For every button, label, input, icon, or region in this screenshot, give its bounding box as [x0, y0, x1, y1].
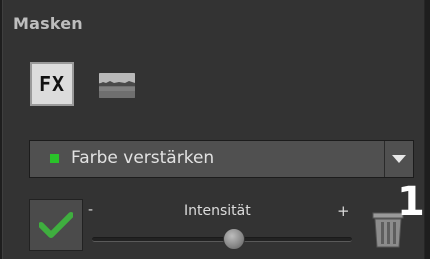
- mask-type-dropdown[interactable]: Farbe verstärken: [29, 140, 414, 178]
- intensity-slider-handle[interactable]: [223, 228, 245, 250]
- dropdown-selected-value: Farbe verstärken: [71, 148, 215, 168]
- fx-mask-button[interactable]: FX: [30, 62, 74, 106]
- intensity-plus: +: [337, 202, 350, 220]
- masks-panel: Masken FX Farbe verstärken - Intensität …: [2, 0, 425, 259]
- apply-mask-button[interactable]: [29, 199, 83, 251]
- landscape-mask-button[interactable]: [99, 73, 135, 98]
- annotation-badge: 1: [397, 179, 425, 225]
- intensity-label: Intensität: [184, 203, 251, 219]
- checkmark-icon: [39, 212, 73, 238]
- fx-icon: FX: [38, 72, 66, 96]
- landscape-thumbnail-icon: [99, 73, 135, 98]
- intensity-slider-track[interactable]: [92, 237, 352, 242]
- panel-title: Masken: [13, 14, 83, 33]
- status-indicator-icon: [50, 154, 59, 163]
- intensity-minus: -: [88, 202, 94, 218]
- chevron-down-icon: [392, 155, 406, 163]
- dropdown-toggle[interactable]: [385, 141, 413, 177]
